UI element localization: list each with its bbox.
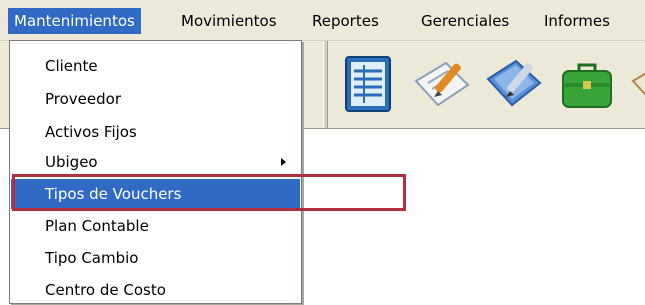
menu-item-centro-de-costo[interactable]: Centro de Costo — [11, 275, 300, 305]
menu-item-label: Centro de Costo — [45, 281, 166, 299]
menu-item-ubigeo[interactable]: Ubigeo — [11, 147, 300, 177]
menu-bar: Mantenimientos Movimientos Reportes Gere… — [0, 0, 645, 41]
ledger-book-icon[interactable] — [336, 51, 400, 117]
menu-item-proveedor[interactable]: Proveedor — [11, 84, 300, 114]
partial-icon[interactable] — [627, 51, 645, 117]
menu-item-tipo-cambio[interactable]: Tipo Cambio — [11, 243, 300, 273]
menu-item-label: Tipo Cambio — [45, 249, 139, 267]
menu-gerenciales[interactable]: Gerenciales — [415, 8, 515, 34]
annotation-highlight-box — [12, 174, 406, 211]
menu-movimientos[interactable]: Movimientos — [175, 8, 283, 34]
submenu-arrow-icon — [281, 158, 286, 166]
menu-mantenimientos[interactable]: Mantenimientos — [8, 8, 141, 34]
document-pen-icon[interactable] — [410, 51, 474, 117]
menu-item-label: Ubigeo — [45, 153, 98, 171]
toolbar-separator — [323, 41, 328, 128]
menu-item-activos-fijos[interactable]: Activos Fijos — [11, 117, 300, 147]
menu-informes[interactable]: Informes — [538, 8, 616, 34]
menu-item-label: Cliente — [45, 57, 98, 75]
menu-item-plan-contable[interactable]: Plan Contable — [11, 211, 300, 241]
menu-item-label: Plan Contable — [45, 217, 149, 235]
menu-item-cliente[interactable]: Cliente — [11, 51, 300, 81]
mantenimientos-dropdown: Cliente Proveedor Activos Fijos Ubigeo T… — [9, 40, 302, 304]
menu-item-label: Activos Fijos — [45, 123, 137, 141]
menu-reportes[interactable]: Reportes — [306, 8, 385, 34]
menu-item-label: Proveedor — [45, 90, 121, 108]
blue-document-pen-icon[interactable] — [482, 51, 546, 117]
briefcase-icon[interactable] — [555, 51, 619, 117]
